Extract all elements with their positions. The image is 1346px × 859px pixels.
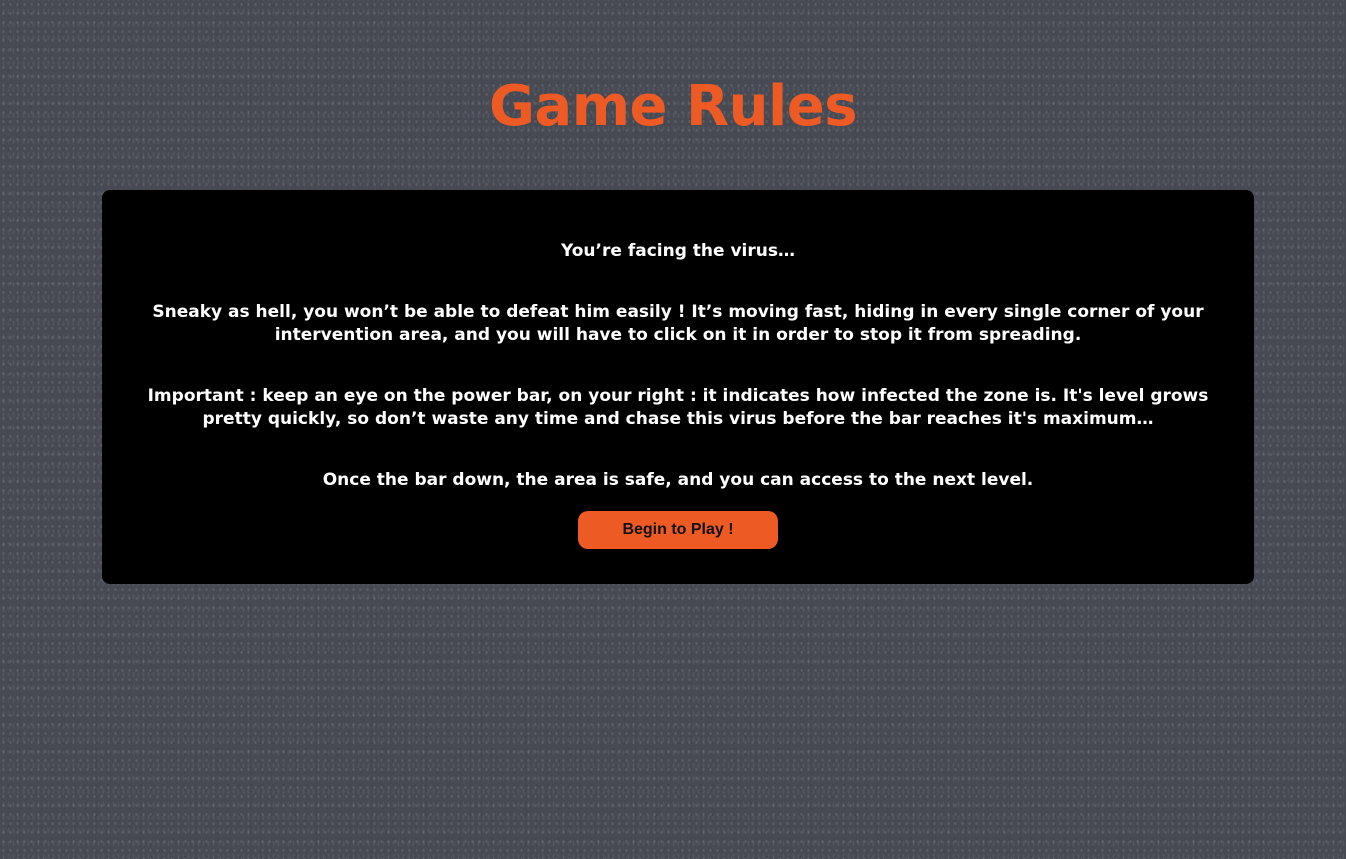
rules-intro-text: You’re facing the virus…	[561, 241, 795, 261]
rules-description-text: Sneaky as hell, you won’t be able to def…	[152, 302, 1204, 345]
rules-panel: You’re facing the virus… Sneaky as hell,…	[102, 190, 1254, 584]
rules-page: { "page": { "title": "Game Rules" }, "ru…	[0, 0, 1346, 859]
rules-power-bar-text: Important : keep an eye on the power bar…	[147, 386, 1209, 429]
rules-next-level-text: Once the bar down, the area is safe, and…	[322, 470, 1034, 490]
page-title: Game Rules	[488, 74, 858, 139]
begin-play-button[interactable]: Begin to Play !	[578, 511, 778, 549]
